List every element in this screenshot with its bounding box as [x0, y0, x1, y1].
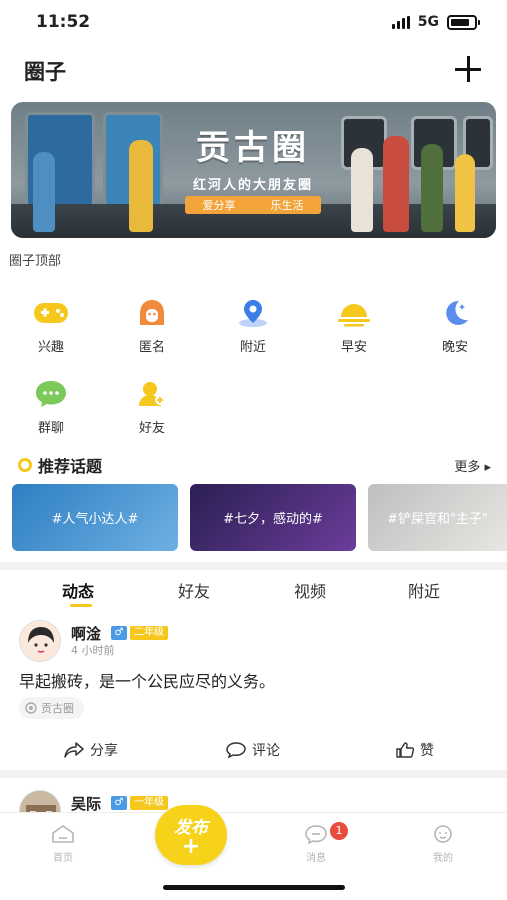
nav-mine-label: 我的 [433, 853, 453, 864]
banner-person [129, 140, 153, 232]
post-username[interactable]: 啊淦 [71, 623, 101, 644]
like-button[interactable]: 赞 [396, 740, 434, 760]
quick-link-anonymous[interactable]: 匿名 [112, 296, 192, 366]
banner-title: 贡古圈 [196, 128, 310, 168]
post-username[interactable]: 吴际 [71, 793, 101, 814]
page-title: 圈子 [24, 60, 66, 84]
level-badge: 二年级 [130, 626, 168, 640]
status-time: 11:52 [36, 12, 91, 32]
gamepad-icon [31, 296, 71, 330]
banner-person [383, 136, 409, 232]
active-tab-indicator [70, 604, 92, 607]
status-icons: 5G [391, 14, 480, 30]
battery-icon [447, 14, 480, 30]
quick-link-interest[interactable]: 兴趣 [11, 296, 91, 366]
chat-bubble-icon [31, 377, 71, 411]
like-label: 赞 [420, 743, 434, 759]
signal-icon [391, 15, 410, 29]
publish-plus-icon: + [181, 834, 201, 859]
topic-card[interactable]: #人气小达人# [12, 484, 178, 551]
banner-person [421, 144, 443, 232]
comment-label: 评论 [252, 743, 280, 759]
quick-link-label: 好友 [138, 421, 165, 436]
banner-person [351, 148, 373, 232]
circle-tag-icon [25, 702, 37, 714]
topic-card[interactable]: #铲屎官和"主子" [368, 484, 507, 551]
topics-title: 推荐话题 [38, 457, 103, 476]
nav-home[interactable]: 首页 [33, 824, 93, 864]
friend-icon [132, 377, 172, 411]
quick-link-group-chat[interactable]: 群聊 [11, 377, 91, 447]
topics-header: 推荐话题 [18, 453, 102, 477]
message-icon [305, 825, 327, 845]
section-divider [0, 562, 507, 570]
share-label: 分享 [90, 743, 118, 759]
location-pin-icon [233, 296, 273, 330]
gender-badge: ♂ [111, 796, 127, 810]
thumbs-up-icon [396, 742, 414, 758]
section-label: 圈子顶部 [9, 254, 62, 269]
comment-icon [226, 742, 246, 758]
topic-card[interactable]: #七夕，感动的# [190, 484, 356, 551]
gender-badge: ♂ [111, 626, 127, 640]
home-indicator [163, 885, 345, 890]
quick-link-friends[interactable]: 好友 [112, 377, 192, 447]
banner-tag: 乐生活 [270, 199, 304, 212]
topic-dot-icon [18, 458, 32, 472]
banner-subtitle: 红河人的大朋友圈 [192, 178, 313, 193]
quick-link-morning[interactable]: 早安 [314, 296, 394, 366]
profile-icon [434, 825, 452, 843]
quick-link-label: 兴趣 [37, 340, 64, 355]
quick-link-label: 匿名 [138, 340, 165, 355]
status-bar: 11:52 5G [0, 0, 507, 48]
level-badge: 一年级 [130, 796, 168, 810]
home-icon [52, 825, 74, 843]
nav-mine[interactable]: 我的 [413, 824, 473, 864]
quick-link-label: 晚安 [441, 340, 468, 355]
sunrise-icon [334, 296, 374, 330]
nav-messages-label: 消息 [306, 853, 326, 864]
banner-person [33, 152, 55, 232]
topic-label: #人气小达人# [51, 512, 139, 527]
banner-person [455, 154, 475, 232]
circle-tag-label: 贡古圈 [41, 702, 74, 715]
nav-home-label: 首页 [53, 853, 73, 864]
tab-nearby[interactable]: 附近 [408, 578, 440, 602]
comment-button[interactable]: 评论 [226, 740, 280, 760]
publish-button[interactable]: 发布 + [155, 805, 227, 865]
avatar[interactable] [19, 620, 61, 662]
banner-tag: 爱分享 [202, 199, 236, 212]
anonymous-mask-icon [132, 296, 172, 330]
quick-link-label: 群聊 [37, 421, 64, 436]
quick-link-nearby[interactable]: 附近 [213, 296, 293, 366]
post-time: 4 小时前 [71, 644, 115, 657]
tab-dynamic[interactable]: 动态 [62, 578, 94, 602]
quick-link-label: 早安 [340, 340, 367, 355]
quick-link-night[interactable]: 晚安 [415, 296, 495, 366]
tab-friends[interactable]: 好友 [178, 578, 210, 602]
moon-icon [435, 296, 475, 330]
topic-label: #七夕，感动的# [223, 512, 323, 527]
share-button[interactable]: 分享 [64, 740, 118, 760]
post-text[interactable]: 早起搬砖，是一个公民应尽的义务。 [19, 668, 275, 692]
tab-video[interactable]: 视频 [294, 578, 326, 602]
circle-tag[interactable]: 贡古圈 [19, 697, 84, 719]
quick-link-label: 附近 [239, 340, 266, 355]
notification-badge: 1 [330, 822, 348, 840]
share-icon [64, 742, 84, 758]
network-type: 5G [417, 14, 439, 30]
topic-label: #铲屎官和"主子" [387, 512, 488, 527]
banner-tags: 爱分享 乐生活 [185, 196, 321, 214]
more-link[interactable]: 更多 ▸ [454, 456, 491, 475]
banner[interactable]: 贡古圈 红河人的大朋友圈 爱分享 乐生活 [11, 102, 496, 238]
add-icon[interactable] [455, 56, 481, 82]
section-divider [0, 770, 507, 778]
